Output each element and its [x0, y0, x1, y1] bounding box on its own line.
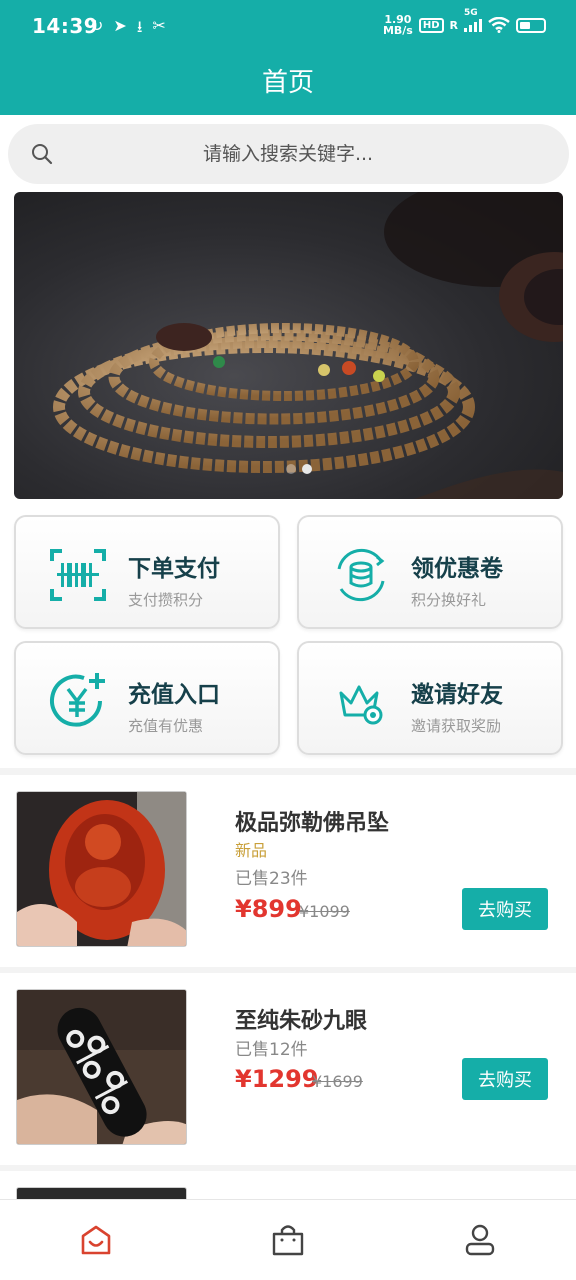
- product-name: 极品弥勒佛吊坠: [235, 811, 390, 836]
- home-icon[interactable]: [78, 1222, 114, 1258]
- user-icon[interactable]: [462, 1222, 498, 1258]
- notification-icons: ↻ ➤ ⭳ ✂: [90, 16, 166, 43]
- product-tag: 新品: [235, 841, 268, 860]
- banner-section: [0, 190, 576, 500]
- status-time: 14:39: [32, 14, 99, 38]
- product-image[interactable]: [16, 989, 187, 1145]
- banner-carousel[interactable]: [14, 192, 563, 499]
- quick-action-title: 邀请好友: [411, 682, 503, 708]
- carousel-dot-active[interactable]: [302, 464, 312, 474]
- quick-action-pay[interactable]: 下单支付 支付攒积分: [14, 515, 280, 629]
- quick-action-title: 充值入口: [128, 682, 220, 708]
- product-card[interactable]: 至纯朱砂九眼 已售12件 ¥1299 ¥1699 去购买: [0, 973, 576, 1165]
- quick-action-subtitle: 邀请获取奖励: [411, 717, 502, 735]
- quick-action-subtitle: 积分换好礼: [411, 591, 487, 609]
- quick-action-recharge[interactable]: 充值入口 充值有优惠: [14, 641, 280, 755]
- download-icon: ⭳: [136, 17, 143, 36]
- search-bar[interactable]: [8, 124, 569, 184]
- roaming-label: R: [449, 18, 458, 32]
- carousel-dots: [286, 464, 312, 474]
- battery-icon: [516, 17, 546, 33]
- status-bar: 14:39 ↻ ➤ ⭳ ✂ 1.90 MB/s HD R 5G: [0, 0, 576, 56]
- wifi-icon: [488, 17, 510, 33]
- quick-action-title: 下单支付: [128, 556, 220, 582]
- carousel-dot[interactable]: [286, 464, 296, 474]
- search-icon[interactable]: [30, 142, 54, 166]
- quick-action-subtitle: 支付攒积分: [128, 591, 204, 609]
- product-card[interactable]: [0, 1171, 576, 1199]
- banner-image: [53, 192, 563, 499]
- product-price: ¥899: [235, 895, 302, 923]
- yuan-plus-icon: [50, 673, 105, 727]
- page-title: 首页: [261, 68, 314, 98]
- quick-action-title: 领优惠卷: [411, 556, 503, 582]
- coin-exchange-icon: [337, 548, 385, 602]
- app-header: 14:39 ↻ ➤ ⭳ ✂ 1.90 MB/s HD R 5G 首页: [0, 0, 576, 115]
- search-input[interactable]: [68, 136, 508, 172]
- bottom-tab-bar: [0, 1199, 576, 1280]
- product-card[interactable]: 极品弥勒佛吊坠 新品 已售23件 ¥899 ¥1099 去购买: [0, 775, 576, 967]
- sync-icon: ↻: [90, 16, 104, 35]
- product-sold: 已售12件: [235, 1040, 308, 1060]
- search-section: [0, 115, 576, 190]
- buy-button[interactable]: 去购买: [462, 1058, 548, 1100]
- net-speed: 1.90 MB/s: [382, 13, 413, 37]
- signal-icon: 5G: [464, 8, 482, 32]
- product-original-price: ¥1099: [299, 902, 350, 921]
- quick-action-subtitle: 充值有优惠: [128, 717, 204, 735]
- shopping-bag-icon[interactable]: [270, 1222, 306, 1258]
- scissors-icon: ✂: [152, 16, 166, 35]
- product-image[interactable]: [16, 1187, 187, 1199]
- product-name: 至纯朱砂九眼: [235, 1009, 368, 1034]
- buy-button[interactable]: 去购买: [462, 888, 548, 930]
- hd-icon: HD: [418, 17, 444, 33]
- quick-action-coupon[interactable]: 领优惠卷 积分换好礼: [297, 515, 563, 629]
- crown-invite-icon: [339, 685, 383, 725]
- telegram-icon: ➤: [113, 16, 127, 35]
- quick-action-invite[interactable]: 邀请好友 邀请获取奖励: [297, 641, 563, 755]
- product-price: ¥1299: [235, 1065, 319, 1093]
- quick-actions: 下单支付 支付攒积分 领优惠卷 积分换好礼 充值入口 充值有优惠 邀请好友 邀请…: [0, 500, 576, 768]
- product-sold: 已售23件: [235, 869, 308, 889]
- product-original-price: ¥1699: [312, 1072, 363, 1091]
- barcode-scan-icon: [50, 549, 106, 601]
- product-image[interactable]: [16, 791, 187, 947]
